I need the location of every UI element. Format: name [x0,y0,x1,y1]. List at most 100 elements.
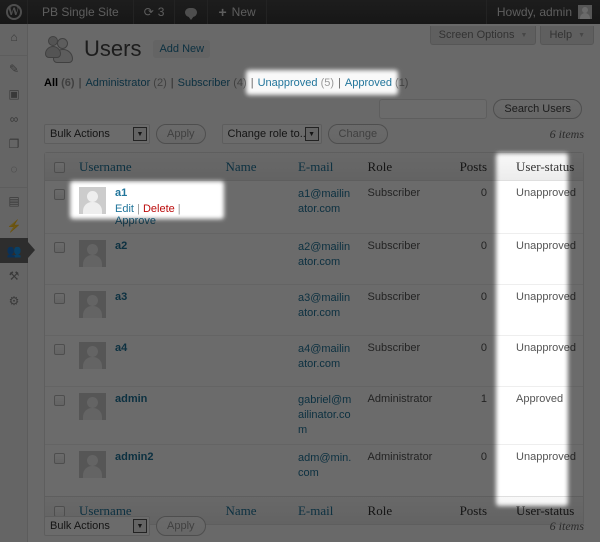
menu-settings[interactable]: ⚙ [0,288,28,313]
admin-bar-spacer [267,0,486,24]
users-page-icon [44,34,74,64]
user-status-cell: Approved [509,387,583,445]
site-name-link[interactable]: PB Single Site [28,0,134,24]
row-checkbox[interactable] [54,242,65,253]
menu-posts[interactable]: ✎ [0,56,28,81]
caret-down-icon: ▼ [520,31,528,39]
username-link[interactable]: a2 [115,240,127,267]
posts-pin-icon: ✎ [8,61,20,76]
caret-down-icon: ▼ [578,31,585,39]
avatar [79,451,106,478]
comments-icon: ◌ [10,161,18,176]
apply-button-bottom[interactable]: Apply [156,516,206,536]
menu-dashboard[interactable]: ⌂ [0,24,28,49]
plugins-icon: ⚡ [6,218,22,233]
username-link[interactable]: a1 [115,187,212,199]
menu-appearance[interactable]: ▤ [0,188,28,213]
pages-icon: ❐ [8,136,20,151]
menu-links[interactable]: ∞ [0,106,28,131]
admin-menu: ⌂ ✎ ▣ ∞ ❐ ◌ ▤ ⚡ 👥 ⚒ ⚙ [0,24,35,542]
row-checkbox[interactable] [54,395,65,406]
filter-approved[interactable]: Approved (1) [345,77,409,89]
tablenav-top: Bulk Actions ▼ Apply Change role to... ▼… [44,124,584,144]
posts-cell[interactable]: 1 [446,387,510,445]
role-cell: Subscriber [360,336,447,387]
username-link[interactable]: admin [115,393,147,420]
column-name[interactable]: Name [218,153,291,181]
change-role-button[interactable]: Change [327,124,389,144]
row-checkbox[interactable] [54,189,65,200]
posts-cell[interactable]: 0 [446,234,510,285]
row-checkbox[interactable] [54,453,65,464]
wordpress-logo-button[interactable]: W [0,0,28,24]
apply-button[interactable]: Apply [156,124,206,144]
posts-cell[interactable]: 0 [446,336,510,387]
row-checkbox[interactable] [54,344,65,355]
name-cell [218,285,291,336]
avatar [79,240,106,267]
updates-count: 3 [157,5,165,19]
search-users-input[interactable] [379,99,488,119]
posts-cell[interactable]: 0 [446,181,510,234]
email-link[interactable]: gabriel@mailinator.com [298,394,351,436]
links-icon: ∞ [9,111,19,126]
email-link[interactable]: a4@mailinator.com [298,343,350,370]
column-email[interactable]: E-mail [290,153,361,181]
name-cell [218,181,291,234]
menu-media[interactable]: ▣ [0,81,28,106]
table-header-row: Username Name E-mail Role Posts User-sta… [45,153,583,181]
dropdown-arrow-icon: ▼ [133,127,147,141]
email-link[interactable]: a1@mailinator.com [298,188,350,215]
approve-link[interactable]: Approve [115,215,156,227]
username-link[interactable]: a3 [115,291,127,318]
row-actions: Edit | Delete | Approve [115,203,181,227]
help-button[interactable]: Help ▼ [540,26,594,45]
change-role-select[interactable]: Change role to... ▼ [221,124,322,144]
my-account-link[interactable]: Howdy, admin [485,0,600,24]
add-new-button[interactable]: Add New [153,40,211,58]
menu-pages[interactable]: ❐ [0,131,28,156]
dropdown-arrow-icon: ▼ [133,519,147,533]
email-link[interactable]: a3@mailinator.com [298,292,350,319]
appearance-icon: ▤ [8,193,20,208]
row-checkbox[interactable] [54,293,65,304]
new-content-link[interactable]: + New [208,0,267,24]
delete-link[interactable]: Delete [143,203,175,215]
comments-link[interactable] [175,0,209,24]
updates-link[interactable]: ⟳ 3 [134,0,176,24]
menu-plugins[interactable]: ⚡ [0,213,28,238]
menu-comments[interactable]: ◌ [0,156,28,181]
dropdown-arrow-icon: ▼ [304,127,319,141]
filter-unapproved[interactable]: Unapproved (5) [258,77,334,89]
user-status-cell: Unapproved [509,285,583,336]
email-link[interactable]: a2@mailinator.com [298,241,350,268]
bulk-actions-select-bottom[interactable]: Bulk Actions ▼ [44,516,150,536]
posts-cell[interactable]: 0 [446,285,510,336]
name-cell [219,445,291,496]
avatar [79,187,106,214]
avatar [79,393,106,420]
select-all-checkbox[interactable] [54,162,65,174]
avatar [79,291,106,318]
menu-tools[interactable]: ⚒ [0,263,28,288]
email-link[interactable]: adm@min.com [298,452,351,479]
menu-separator [0,181,27,188]
bulk-actions-select[interactable]: Bulk Actions ▼ [44,124,150,144]
items-count: 6 items [549,126,584,141]
page-title: Users [84,36,142,61]
username-link[interactable]: admin2 [115,451,154,478]
media-icon: ▣ [8,86,20,101]
user-role-filters: All (6) | Administrator (2) | Subscriber (4)… [44,77,409,89]
filter-administrator[interactable]: Administrator (2) [85,77,166,89]
filter-all[interactable]: All (6) [44,77,75,89]
menu-users[interactable]: 👥 [0,238,35,263]
role-cell: Subscriber [360,234,447,285]
username-link[interactable]: a4 [115,342,127,369]
edit-link[interactable]: Edit [115,203,134,215]
user-avatar-icon [578,5,592,19]
column-username[interactable]: Username [72,153,219,181]
screen-options-button[interactable]: Screen Options ▼ [429,26,537,45]
filter-subscriber[interactable]: Subscriber (4) [178,77,247,89]
posts-cell[interactable]: 0 [446,445,509,496]
search-users-button[interactable]: Search Users [493,99,582,119]
